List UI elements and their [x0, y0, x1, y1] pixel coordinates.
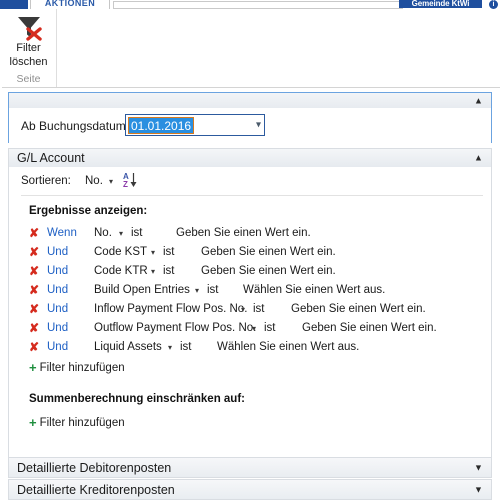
table-row: ✘ Und Inflow Payment Flow Pos. No. ▾ ist…	[9, 301, 491, 320]
add-filter-button-2[interactable]: + Filter hinzufügen	[29, 415, 125, 430]
results-title: Ergebnisse anzeigen:	[29, 205, 148, 217]
add-filter-button-1[interactable]: + Filter hinzufügen	[29, 360, 125, 375]
svg-text:Z: Z	[123, 180, 128, 189]
add-filter-label-2: Filter hinzufügen	[39, 417, 125, 429]
filter-field[interactable]: Code KTR	[94, 265, 148, 278]
caret-down-icon[interactable]: ▾	[151, 248, 155, 257]
filter-value[interactable]: Geben Sie einen Wert ein.	[201, 265, 336, 278]
posting-date-input[interactable]: 01.01.2016	[128, 117, 195, 134]
filter-conjunction[interactable]: Und	[47, 341, 68, 354]
plus-icon: +	[29, 360, 37, 375]
table-row: ✘ Und Liquid Assets ▾ ist Wählen Sie ein…	[9, 339, 491, 358]
filter-conjunction[interactable]: Und	[47, 246, 68, 259]
gl-account-collapse-icon[interactable]: ▲	[472, 152, 485, 165]
table-row: ✘ Wenn No. ▾ ist Geben Sie einen Wert ei…	[9, 225, 491, 244]
filter-conjunction[interactable]: Und	[47, 303, 68, 316]
filter-field[interactable]: Inflow Payment Flow Pos. No.	[94, 303, 247, 316]
filter-operator: ist	[163, 265, 175, 277]
ribbon: Filter löschen Seite	[0, 9, 500, 88]
filter-field[interactable]: No.	[94, 227, 112, 240]
posting-date-panel-header[interactable]: ▲	[9, 93, 491, 109]
sort-field-value[interactable]: No.	[85, 175, 103, 187]
filter-value[interactable]: Geben Sie einen Wert ein.	[291, 303, 426, 316]
table-row: ✘ Und Build Open Entries ▾ ist Wählen Si…	[9, 282, 491, 301]
filter-field[interactable]: Liquid Assets	[94, 341, 162, 354]
caret-down-icon[interactable]: ▾	[195, 286, 199, 295]
sort-divider	[21, 195, 483, 196]
posting-date-collapse-icon[interactable]: ▲	[472, 94, 485, 107]
filter-content-area: ▲ Ab Buchungsdatum: 01.01.2016 ▾ G/L Acc…	[0, 88, 500, 500]
gl-account-section-title: G/L Account	[17, 151, 85, 165]
chevron-down-icon[interactable]: ▼	[472, 461, 485, 474]
remove-x-icon[interactable]: ✘	[29, 246, 39, 259]
tab-active-indicator[interactable]	[0, 0, 28, 9]
filter-clear-icon-wrap	[1, 11, 56, 41]
section-detaillierte-kreditorenposten[interactable]: Detaillierte Kreditorenposten ▼	[8, 479, 492, 500]
caret-down-icon[interactable]: ▾	[252, 324, 256, 333]
filter-field[interactable]: Code KST	[94, 246, 147, 259]
sort-row: Sortieren: No. ▾ A Z	[9, 167, 491, 195]
ribbon-quick-field[interactable]	[113, 1, 403, 9]
filter-conjunction[interactable]: Und	[47, 284, 68, 297]
caret-down-icon[interactable]: ▾	[168, 343, 172, 352]
add-filter-label-1: Filter hinzufügen	[39, 362, 125, 374]
caret-down-icon[interactable]: ▾	[241, 305, 245, 314]
filter-field[interactable]: Outflow Payment Flow Pos. No.	[94, 322, 256, 335]
remove-x-icon[interactable]: ✘	[29, 341, 39, 354]
gl-account-section-header[interactable]: G/L Account ▲	[8, 148, 492, 167]
filter-conjunction[interactable]: Wenn	[47, 227, 77, 240]
filter-value[interactable]: Geben Sie einen Wert ein.	[201, 246, 336, 259]
sort-label: Sortieren:	[21, 175, 71, 187]
section-title: Detaillierte Debitorenposten	[17, 460, 172, 475]
ribbon-group-label: Seite	[16, 73, 41, 85]
filter-value[interactable]: Wählen Sie einen Wert aus.	[243, 284, 385, 297]
info-icon[interactable]: i	[489, 0, 498, 9]
remove-x-icon[interactable]: ✘	[29, 322, 39, 335]
remove-x-icon[interactable]: ✘	[29, 227, 39, 240]
gl-account-section: G/L Account ▲ Sortieren: No. ▾ A Z Ergeb…	[8, 148, 492, 467]
ribbon-tab-strip: AKTIONEN Gemeinde KtWi i	[0, 0, 500, 9]
chevron-down-icon[interactable]: ▼	[472, 483, 485, 496]
posting-date-panel-body: Ab Buchungsdatum: 01.01.2016 ▾	[9, 109, 491, 143]
filter-clear-icon	[18, 17, 42, 41]
caret-down-icon[interactable]: ▾	[119, 229, 123, 238]
filter-operator: ist	[207, 284, 219, 296]
sort-az-ascending-icon[interactable]: A Z	[123, 171, 143, 192]
plus-icon: +	[29, 415, 37, 430]
section-title: Detaillierte Kreditorenposten	[17, 482, 175, 497]
filter-value[interactable]: Geben Sie einen Wert ein.	[302, 322, 437, 335]
table-row: ✘ Und Outflow Payment Flow Pos. No. ▾ is…	[9, 320, 491, 339]
filter-operator: ist	[253, 303, 265, 315]
filter-operator: ist	[131, 227, 143, 239]
filter-field[interactable]: Build Open Entries	[94, 284, 190, 297]
filter-page-window: AKTIONEN Gemeinde KtWi i Filter löschen …	[0, 0, 500, 500]
filter-value[interactable]: Wählen Sie einen Wert aus.	[217, 341, 359, 354]
section-detaillierte-debitorenposten[interactable]: Detaillierte Debitorenposten ▼	[8, 457, 492, 478]
table-row: ✘ Und Code KST ▾ ist Geben Sie einen Wer…	[9, 244, 491, 263]
remove-x-icon[interactable]: ✘	[29, 303, 39, 316]
chevron-down-icon[interactable]: ▾	[256, 120, 261, 131]
clear-filter-button[interactable]: Filter löschen	[1, 11, 56, 73]
totals-title: Summenberechnung einschränken auf:	[29, 393, 245, 405]
filter-conjunction[interactable]: Und	[47, 265, 68, 278]
filter-operator: ist	[264, 322, 276, 334]
gl-account-section-body: Sortieren: No. ▾ A Z Ergebnisse anzeigen…	[8, 167, 492, 467]
caret-down-icon[interactable]: ▾	[151, 267, 155, 276]
posting-date-label: Ab Buchungsdatum:	[21, 119, 130, 133]
posting-date-panel: ▲ Ab Buchungsdatum: 01.01.2016 ▾	[8, 92, 492, 143]
company-button[interactable]: Gemeinde KtWi	[399, 0, 482, 8]
tab-aktionen[interactable]: AKTIONEN	[30, 0, 110, 9]
filter-conjunction[interactable]: Und	[47, 322, 68, 335]
clear-filter-label-line1: Filter	[16, 42, 41, 54]
table-row: ✘ Und Code KTR ▾ ist Geben Sie einen Wer…	[9, 263, 491, 282]
clear-filter-label-line2: löschen	[9, 55, 48, 68]
remove-x-icon[interactable]: ✘	[29, 284, 39, 297]
filter-value[interactable]: Geben Sie einen Wert ein.	[176, 227, 311, 240]
ribbon-group-seite: Filter löschen Seite	[1, 9, 57, 87]
posting-date-combobox[interactable]: 01.01.2016 ▾	[125, 114, 265, 136]
filter-operator: ist	[180, 341, 192, 353]
remove-x-icon[interactable]: ✘	[29, 265, 39, 278]
filter-operator: ist	[163, 246, 175, 258]
caret-down-icon[interactable]: ▾	[109, 177, 113, 186]
